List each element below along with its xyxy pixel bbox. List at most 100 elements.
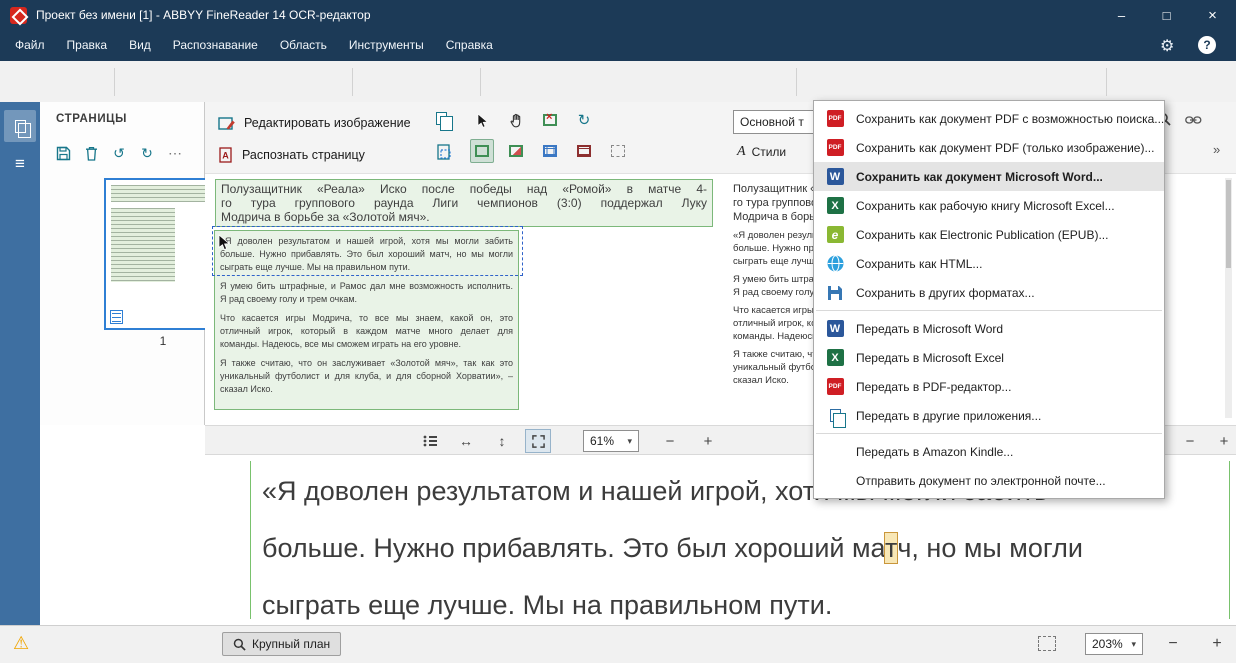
- rerecognize-region-button[interactable]: ↻: [572, 108, 596, 132]
- background-region-icon: [611, 145, 625, 157]
- barcode-region-tool[interactable]: [572, 139, 596, 163]
- menu-item-send-email[interactable]: Отправить документ по электронной почте.…: [814, 466, 1164, 495]
- select-tool-button[interactable]: [470, 108, 494, 132]
- more-tools-chevron[interactable]: »: [1213, 142, 1220, 157]
- rotate-left-button[interactable]: ↺: [108, 142, 130, 164]
- styles-button[interactable]: А Стили: [737, 144, 786, 160]
- image-zoom-out-button[interactable]: −: [657, 429, 683, 453]
- maximize-button[interactable]: □: [1144, 0, 1189, 30]
- menu-item-send-kindle[interactable]: Передать в Amazon Kindle...: [814, 437, 1164, 466]
- text-line: го тура группового раунда Лиги чемпионов…: [221, 196, 707, 210]
- recognize-page-button[interactable]: A Распознать страницу: [218, 142, 365, 168]
- chevron-down-icon: ▾: [1131, 638, 1136, 649]
- copy-image-button[interactable]: [436, 112, 453, 131]
- structure-view-button[interactable]: [417, 429, 443, 453]
- menu-item-label: Передать в Microsoft Word: [856, 321, 1004, 336]
- text-region-1[interactable]: Полузащитник «Реала» Иско после победы н…: [215, 179, 713, 227]
- text-panel-scrollbar[interactable]: [1225, 178, 1232, 418]
- styles-label: Стили: [751, 145, 787, 159]
- image-zoom-value: 61%: [590, 434, 615, 448]
- menu-item-save-html[interactable]: Сохранить как HTML...: [814, 249, 1164, 278]
- closeup-zoom-select[interactable]: 203% ▾: [1085, 633, 1143, 655]
- text-zoom-out-button[interactable]: −: [1177, 429, 1203, 453]
- closeup-zoom-in-button[interactable]: +: [1204, 631, 1230, 657]
- menu-item-save-word[interactable]: W Сохранить как документ Microsoft Word.…: [814, 162, 1164, 191]
- menu-recognition[interactable]: Распознавание: [162, 30, 269, 61]
- text-zoom-in-button[interactable]: +: [1211, 429, 1236, 453]
- fit-page-button[interactable]: [525, 429, 551, 453]
- menu-item-save-pdf-searchable[interactable]: PDF Сохранить как документ PDF с возможн…: [814, 104, 1164, 133]
- pan-tool-button[interactable]: [504, 108, 528, 132]
- pages-view-tab[interactable]: [4, 110, 36, 142]
- menu-area[interactable]: Область: [269, 30, 338, 61]
- menu-file[interactable]: Файл: [4, 30, 56, 61]
- selection-mode-icon[interactable]: [1038, 636, 1056, 651]
- background-region-tool[interactable]: [606, 139, 630, 163]
- menu-item-label: Отправить документ по электронной почте.…: [856, 473, 1106, 488]
- close-button[interactable]: ×: [1189, 0, 1236, 30]
- toolbar-divider: [796, 68, 797, 96]
- closeup-zoom-out-button[interactable]: −: [1160, 631, 1186, 657]
- menu-item-save-other-formats[interactable]: Сохранить в других форматах...: [814, 278, 1164, 307]
- text-line: Я также считаю, что он заслуживает «Золо…: [220, 358, 513, 368]
- menu-item-save-epub[interactable]: e Сохранить как Electronic Publication (…: [814, 220, 1164, 249]
- delete-region-button[interactable]: ×: [538, 108, 562, 132]
- region-selection-marquee[interactable]: [212, 226, 523, 276]
- rotate-right-button[interactable]: ↻: [136, 142, 158, 164]
- structure-icon: [423, 435, 437, 447]
- floppy-icon: [828, 285, 842, 300]
- image-zoom-select[interactable]: 61% ▾: [583, 430, 639, 452]
- html-globe-icon: [827, 255, 843, 272]
- save-page-button[interactable]: [52, 142, 74, 164]
- pdf-icon: PDF: [826, 378, 844, 395]
- image-zoom-in-button[interactable]: +: [695, 429, 721, 453]
- help-icon[interactable]: ?: [1198, 36, 1216, 54]
- warning-icon[interactable]: ⚠: [13, 633, 29, 654]
- text-region-tool[interactable]: [470, 139, 494, 163]
- menu-item-send-pdf-editor[interactable]: PDF Передать в PDF-редактор...: [814, 372, 1164, 401]
- excel-icon: X: [826, 349, 844, 366]
- fit-width-button[interactable]: ↔: [453, 429, 479, 453]
- more-options-button[interactable]: ⋯: [164, 142, 186, 164]
- scanned-page-canvas[interactable]: Полузащитник «Реала» Иско после победы н…: [205, 174, 725, 425]
- image-region-icon: [509, 145, 523, 157]
- text-line: Я умею бить штрафные, и Рамос дал мне во…: [220, 281, 513, 291]
- menu-item-send-other-apps[interactable]: Передать в другие приложения...: [814, 401, 1164, 430]
- closeup-toggle-button[interactable]: Крупный план: [222, 632, 342, 656]
- epub-icon: e: [826, 226, 844, 243]
- window-title: Проект без имени [1] - ABBYY FineReader …: [36, 8, 371, 22]
- menu-item-label: Сохранить как Electronic Publication (EP…: [856, 227, 1109, 242]
- delete-page-button[interactable]: [80, 142, 102, 164]
- menu-item-send-word[interactable]: W Передать в Microsoft Word: [814, 314, 1164, 343]
- menu-item-save-excel[interactable]: X Сохранить как рабочую книгу Microsoft …: [814, 191, 1164, 220]
- text-region-icon: [475, 145, 489, 157]
- left-navigation-strip: ≡: [0, 102, 40, 625]
- text-line: отличный игрок, который в каждом матче м…: [220, 326, 513, 336]
- pages-panel: СТРАНИЦЫ × ↺ ↻ ⋯ ⚠ 1: [40, 102, 229, 425]
- menu-edit[interactable]: Правка: [56, 30, 119, 61]
- image-region-tool[interactable]: [504, 139, 528, 163]
- menu-help[interactable]: Справка: [435, 30, 504, 61]
- closeup-zoom-value: 203%: [1092, 637, 1123, 651]
- barcode-region-icon: [577, 145, 591, 157]
- text-line: Что касается игры Модрича, то все мы зна…: [220, 313, 513, 323]
- main-toolbar: ⊞ ▾ ≡ Открыть Сканировать 1 / 1 ▲ ▼ A: [0, 61, 1236, 157]
- menu-item-save-pdf-image[interactable]: PDF Сохранить как документ PDF (только и…: [814, 133, 1164, 162]
- minimize-button[interactable]: –: [1099, 0, 1144, 30]
- menu-tools[interactable]: Инструменты: [338, 30, 435, 61]
- cursor-arrow-icon: [477, 112, 488, 128]
- list-view-tab[interactable]: ≡: [4, 148, 36, 180]
- menu-item-send-excel[interactable]: X Передать в Microsoft Excel: [814, 343, 1164, 372]
- menu-item-label: Сохранить как документ PDF с возможность…: [856, 111, 1164, 126]
- title-bar: Проект без имени [1] - ABBYY FineReader …: [0, 0, 1236, 30]
- settings-gear-icon[interactable]: ⚙: [1160, 36, 1174, 56]
- copy-image-icon: [436, 112, 453, 131]
- fit-height-button[interactable]: ↕: [489, 429, 515, 453]
- recognize-page-icon: A: [219, 147, 232, 163]
- table-region-tool[interactable]: [538, 139, 562, 163]
- menu-bar: Файл Правка Вид Распознавание Область Ин…: [0, 30, 1236, 61]
- link-button[interactable]: [1185, 114, 1202, 128]
- edit-image-button[interactable]: Редактировать изображение: [218, 110, 411, 136]
- analyze-page-button[interactable]: [436, 144, 452, 160]
- menu-view[interactable]: Вид: [118, 30, 162, 61]
